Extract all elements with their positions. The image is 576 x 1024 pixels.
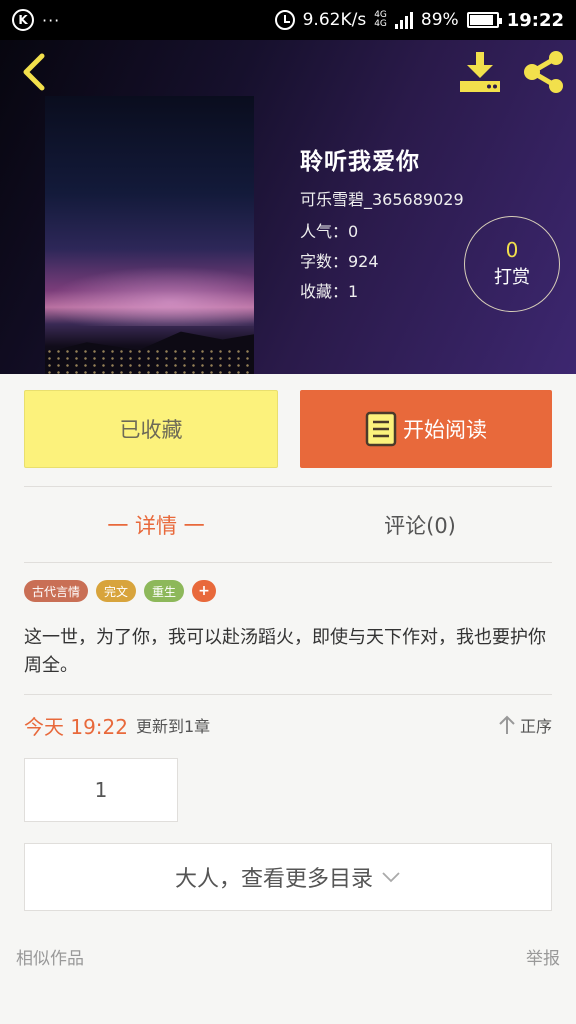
- share-icon: [524, 51, 563, 93]
- tab-details[interactable]: 一 详情 一: [24, 490, 288, 560]
- chapter-number: 1: [94, 778, 108, 802]
- update-time: 今天 19:22: [24, 714, 128, 739]
- clock: 19:22: [506, 9, 564, 31]
- start-reading-button[interactable]: 开始阅读: [300, 390, 552, 468]
- update-text: 更新到1章: [136, 717, 211, 736]
- view-more-chapters-label: 大人，查看更多目录: [174, 867, 373, 892]
- tag-item[interactable]: 重生: [144, 580, 185, 602]
- favorited-button[interactable]: 已收藏: [24, 390, 278, 468]
- more-notifications-icon: ···: [42, 10, 61, 30]
- similar-works-heading: 相似作品: [16, 949, 84, 969]
- sort-order-button[interactable]: 正序: [498, 713, 552, 737]
- divider: [24, 562, 552, 563]
- battery-icon: [466, 12, 502, 28]
- alarm-icon: [274, 10, 295, 30]
- divider: [24, 486, 552, 487]
- book-word-count: 字数：924: [300, 252, 379, 271]
- book-popularity: 人气：0: [300, 222, 359, 241]
- tag-item[interactable]: 完文: [96, 580, 137, 602]
- book-title: 聆听我爱你: [300, 149, 420, 175]
- download-button[interactable]: [458, 50, 502, 94]
- network-type-icon: 4G 4G: [374, 10, 387, 29]
- network-speed: 9.62K/s: [302, 10, 367, 30]
- book-cover-image[interactable]: [45, 96, 254, 374]
- favorited-label: 已收藏: [119, 418, 183, 442]
- signal-icon: [394, 11, 413, 29]
- tip-count: 0: [505, 238, 519, 262]
- back-icon: [23, 53, 45, 91]
- tag-item[interactable]: 古代言情: [24, 580, 89, 602]
- book-author[interactable]: 可乐雪碧_365689029: [300, 186, 464, 210]
- tag-list: 古代言情 完文 重生 +: [24, 580, 217, 602]
- tip-label: 打赏: [494, 267, 530, 288]
- download-icon: [460, 52, 500, 92]
- tab-comments[interactable]: 评论(0): [288, 490, 552, 560]
- start-reading-label: 开始阅读: [403, 418, 487, 442]
- status-bar: K ··· 9.62K/s 4G 4G 89% 19:22: [0, 0, 576, 40]
- app-k-icon: K: [12, 9, 34, 31]
- back-button[interactable]: [14, 52, 54, 92]
- add-tag-button[interactable]: +: [192, 580, 217, 602]
- sort-order-label: 正序: [519, 717, 552, 736]
- view-more-chapters-button[interactable]: 大人，查看更多目录: [24, 843, 552, 911]
- book-synopsis: 这一世，为了你，我可以赴汤蹈火，即使与天下作对，我也要护你周全。: [24, 627, 546, 676]
- divider: [24, 694, 552, 695]
- battery-percent: 89%: [420, 10, 459, 30]
- book-favorite-count: 收藏：1: [300, 282, 359, 301]
- tip-button[interactable]: 0 打赏: [464, 216, 560, 312]
- arrow-up-icon: [499, 715, 515, 734]
- chevron-down-icon: [382, 872, 400, 883]
- book-header: 聆听我爱你 可乐雪碧_365689029 人气：0 字数：924 收藏：1 0 …: [0, 40, 576, 374]
- share-button[interactable]: [520, 50, 568, 94]
- update-info: 今天 19:22 更新到1章 正序: [24, 708, 552, 742]
- book-icon: [365, 411, 397, 447]
- chapter-item[interactable]: 1: [24, 758, 178, 822]
- report-link[interactable]: 举报: [526, 944, 560, 969]
